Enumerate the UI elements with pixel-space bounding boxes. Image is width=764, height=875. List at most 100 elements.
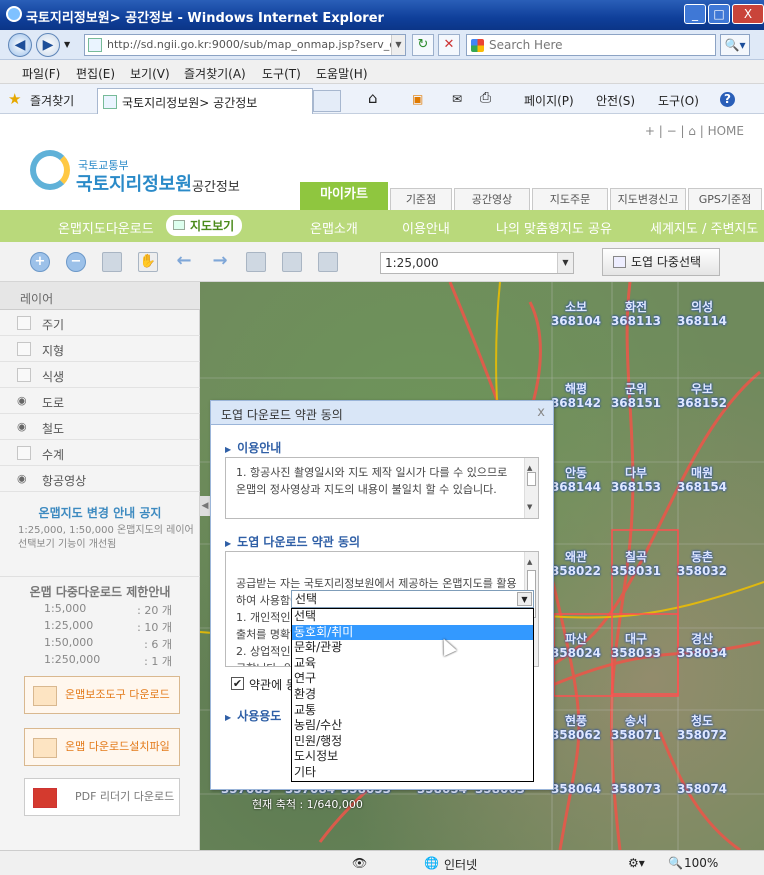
map-sheet-label[interactable]: 소보 368104 [548, 300, 604, 328]
notice-title[interactable]: 온맵지도 변경 안내 공지 [0, 504, 200, 521]
nav-onmap-intro[interactable]: 온맵소개 [310, 218, 358, 237]
usage-guide-scrollbar[interactable]: ▲ ▼ [524, 458, 538, 518]
map-sheet-label[interactable]: 경산 358034 [674, 632, 730, 660]
scale-select[interactable]: 1:25,000 ▼ [380, 252, 574, 274]
nav-onmap-download[interactable]: 온맵지도다운로드 [58, 218, 154, 237]
layer-item[interactable]: 수계 [0, 440, 200, 466]
new-tab-button[interactable] [313, 90, 341, 112]
next-view-icon[interactable]: → [210, 252, 230, 272]
map-sheet-label[interactable]: 파산 358024 [548, 632, 604, 660]
protected-mode-icon[interactable]: ⚙▾ [628, 856, 645, 870]
usage-option[interactable]: 교통 [292, 703, 533, 719]
map-sheet-label[interactable]: 358074 [674, 782, 730, 796]
layer-visible-eye-icon[interactable]: ◉ [17, 394, 31, 408]
refresh-button[interactable]: ↻ [412, 34, 434, 56]
zoom-level[interactable]: 100% [684, 856, 718, 870]
usage-option[interactable]: 동호회/취미 [292, 624, 533, 641]
usage-option[interactable]: 민원/행정 [292, 734, 533, 750]
dialog-close-button[interactable]: x [537, 405, 545, 420]
pan-hand-icon[interactable]: ✋ [138, 252, 158, 272]
map-sheet-label[interactable]: 군위 368151 [608, 382, 664, 410]
stop-button[interactable]: ✕ [438, 34, 460, 56]
layer-item[interactable]: 식생 [0, 362, 200, 388]
tab-mycart[interactable]: 마이카트 [300, 182, 388, 210]
minimize-button[interactable]: _ [684, 4, 706, 24]
zoom-in-icon[interactable]: + [30, 252, 50, 272]
pdf-reader-download-button[interactable]: PDF 리더기 다운로드 [24, 778, 180, 816]
maximize-button[interactable]: □ [708, 4, 730, 24]
address-bar[interactable]: http://sd.ngii.go.kr:9000/sub/map_onmap.… [84, 34, 406, 56]
usage-option[interactable]: 교육 [292, 656, 533, 672]
menu-view[interactable]: 보기(V) [130, 65, 170, 82]
map-sheet-label[interactable]: 의성 368114 [674, 300, 730, 328]
agree-checkbox[interactable]: ✔ [231, 677, 244, 690]
scroll-up-icon[interactable]: ▲ [527, 554, 532, 571]
layer-item[interactable]: ◉ 도로 [0, 388, 200, 414]
home-icon[interactable]: ⌂ [368, 89, 378, 107]
layer-item[interactable]: 주기 [0, 310, 200, 336]
layer-item[interactable]: 지형 [0, 336, 200, 362]
measure-icon[interactable] [246, 252, 266, 272]
layer-visible-eye-icon[interactable]: ◉ [17, 420, 31, 434]
menu-file[interactable]: 파일(F) [22, 65, 60, 82]
usage-option[interactable]: 환경 [292, 687, 533, 703]
map-sheet-label[interactable]: 매원 368154 [674, 466, 730, 494]
tab-spatial-image[interactable]: 공간영상 [454, 188, 530, 210]
tab-map-change-report[interactable]: 지도변경신고 [610, 188, 686, 210]
safety-menu[interactable]: 안전(S) [596, 92, 635, 109]
onmap-install-download-button[interactable]: 온맵 다운로드설치파일 [24, 728, 180, 766]
layer-checkbox[interactable] [17, 342, 31, 356]
menu-help[interactable]: 도움말(H) [316, 65, 368, 82]
chevron-down-icon[interactable]: ▼ [517, 592, 532, 606]
usage-guide-box[interactable]: 1. 항공사진 촬영일시와 지도 제작 일시가 다를 수 있으므로 온맵의 정사… [225, 457, 539, 519]
nav-map-view[interactable]: 지도보기 [166, 215, 243, 236]
favorites-star-icon[interactable]: ★ [8, 90, 21, 108]
map-sheet-label[interactable]: 해평 368142 [548, 382, 604, 410]
tab-map-order[interactable]: 지도주문 [532, 188, 608, 210]
map-sheet-label[interactable]: 358073 [608, 782, 664, 796]
usage-option[interactable]: 농림/수산 [292, 718, 533, 734]
tab-gps-station[interactable]: GPS기준점 [688, 188, 762, 210]
multi-select-button[interactable]: 도엽 다중선택 [602, 248, 720, 276]
scroll-down-icon[interactable]: ▼ [527, 499, 532, 516]
menu-edit[interactable]: 편집(E) [76, 65, 115, 82]
map-sheet-label[interactable]: 358064 [548, 782, 604, 796]
map-sheet-label[interactable]: 왜관 358022 [548, 550, 604, 578]
usage-select[interactable]: 선택 ▼ [291, 590, 534, 608]
search-input[interactable]: Search Here [466, 34, 716, 56]
layer-visible-eye-icon[interactable]: ◉ [17, 472, 31, 486]
tab-control-point[interactable]: 기준점 [390, 188, 452, 210]
trash-icon[interactable] [318, 252, 338, 272]
privacy-icon[interactable]: 👁 [352, 856, 367, 870]
nav-world-map[interactable]: 세계지도 / 주변지도 [650, 218, 758, 237]
feeds-icon[interactable]: ▣ [412, 92, 423, 106]
area-icon[interactable] [282, 252, 302, 272]
usage-option[interactable]: 연구 [292, 671, 533, 687]
menu-favorites[interactable]: 즐겨찾기(A) [184, 65, 246, 82]
map-sheet-label[interactable]: 다부 368153 [608, 466, 664, 494]
address-dropdown-icon[interactable]: ▼ [391, 35, 405, 55]
layer-item[interactable]: ◉ 철도 [0, 414, 200, 440]
scroll-thumb[interactable] [527, 472, 536, 486]
forward-button[interactable]: ▶ [36, 33, 60, 57]
map-sheet-label[interactable]: 칠곡 358031 [608, 550, 664, 578]
map-sheet-label[interactable]: 대구 358033 [608, 632, 664, 660]
nav-usage-guide[interactable]: 이용안내 [402, 218, 450, 237]
help-icon[interactable]: ? [720, 92, 735, 107]
favorites-button[interactable]: 즐겨찾기 [30, 92, 74, 109]
usage-option[interactable]: 문화/관광 [292, 640, 533, 656]
close-window-button[interactable]: X [732, 4, 764, 24]
mail-icon[interactable]: ✉ [452, 92, 462, 106]
map-sheet-label[interactable]: 청도 358072 [674, 714, 730, 742]
map-sheet-label[interactable]: 송서 358071 [608, 714, 664, 742]
panel-collapse-button[interactable]: ◀ [200, 496, 210, 516]
usage-option[interactable]: 기타 [292, 765, 533, 781]
search-button[interactable]: 🔍▾ [720, 34, 750, 56]
onmap-tools-download-button[interactable]: 온맵보조도구 다운로드 [24, 676, 180, 714]
usage-option[interactable]: 선택 [292, 609, 533, 625]
previous-view-icon[interactable]: ← [174, 252, 194, 272]
history-dropdown-icon[interactable]: ▼ [64, 40, 70, 49]
map-sheet-label[interactable]: 안동 368144 [548, 466, 604, 494]
site-top-links[interactable]: + | − | ⌂ | HOME [645, 124, 744, 138]
map-sheet-label[interactable]: 동촌 358032 [674, 550, 730, 578]
